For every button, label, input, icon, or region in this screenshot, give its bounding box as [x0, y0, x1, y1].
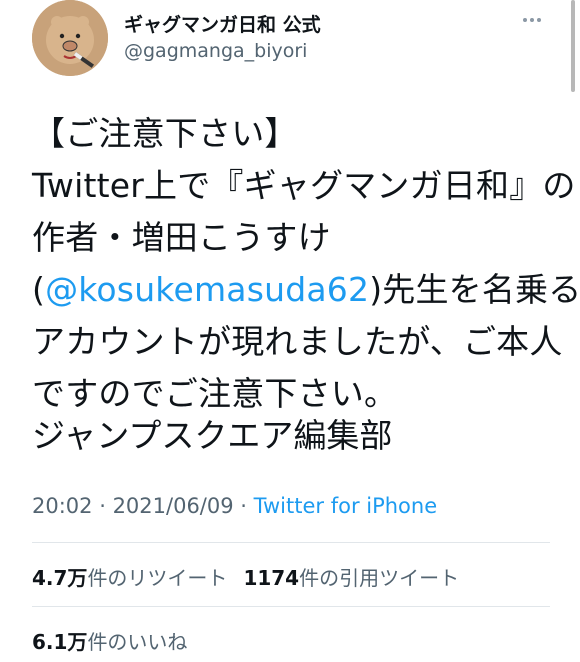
mention-prefix: (: [32, 270, 46, 309]
more-dots-icon[interactable]: [520, 8, 544, 32]
account-handle[interactable]: @gagmanga_biyori: [124, 40, 307, 62]
tweet-line-mention: (@kosukemasuda62)先生を名乗る: [32, 264, 580, 316]
meta-separator: ·: [233, 494, 254, 518]
dot: [537, 18, 541, 22]
tweet-meta: 20:02 · 2021/06/09 · Twitter for iPhone: [32, 494, 437, 518]
quotes-count: 1174: [243, 566, 300, 590]
quotes-label: 件の引用ツイート: [299, 566, 460, 590]
likes-stat[interactable]: 6.1万件のいいね: [32, 630, 187, 654]
tweet-header: ギャグマンガ日和 公式 @gagmanga_biyori: [0, 0, 580, 90]
quotes-stat[interactable]: 1174件の引用ツイート: [243, 566, 459, 590]
tweet-line: アカウントが現れましたが、ご本人: [32, 322, 563, 361]
tweet-line: 作者・増田こうすけ: [32, 218, 331, 257]
tweet-time[interactable]: 20:02: [32, 494, 93, 518]
likes-count: 6.1万: [32, 630, 88, 654]
likes-label: 件のいいね: [87, 630, 188, 654]
dot: [530, 18, 534, 22]
retweets-count: 4.7万: [32, 566, 88, 590]
display-name[interactable]: ギャグマンガ日和 公式: [124, 10, 321, 37]
likes-stats: 6.1万件のいいね: [32, 626, 187, 655]
mention-link[interactable]: @kosukemasuda62: [45, 270, 369, 309]
retweets-stat[interactable]: 4.7万件のリツイート: [32, 566, 227, 590]
divider: [32, 542, 550, 543]
tweet-date[interactable]: 2021/06/09: [113, 494, 234, 518]
mention-suffix: )先生を名乗る: [369, 270, 580, 309]
meta-separator: ·: [92, 494, 113, 518]
retweets-label: 件のリツイート: [87, 566, 228, 590]
tweet-text: 【ご注意下さい】 Twitter上で『ギャグマンガ日和』の 作者・増田こうすけ …: [32, 108, 580, 420]
tweet-line: Twitter上で『ギャグマンガ日和』の: [32, 166, 576, 205]
avatar[interactable]: [32, 0, 108, 76]
tweet-signature: ジャンプスクエア編集部: [32, 416, 393, 455]
scrollbar[interactable]: [571, 0, 575, 92]
retweet-quote-stats: 4.7万件のリツイート 1174件の引用ツイート: [32, 562, 459, 591]
tweet-source[interactable]: Twitter for iPhone: [254, 494, 438, 518]
avatar-image: [32, 0, 108, 76]
divider: [32, 606, 550, 607]
dot: [523, 18, 527, 22]
tweet-line: 【ご注意下さい】: [32, 114, 298, 153]
